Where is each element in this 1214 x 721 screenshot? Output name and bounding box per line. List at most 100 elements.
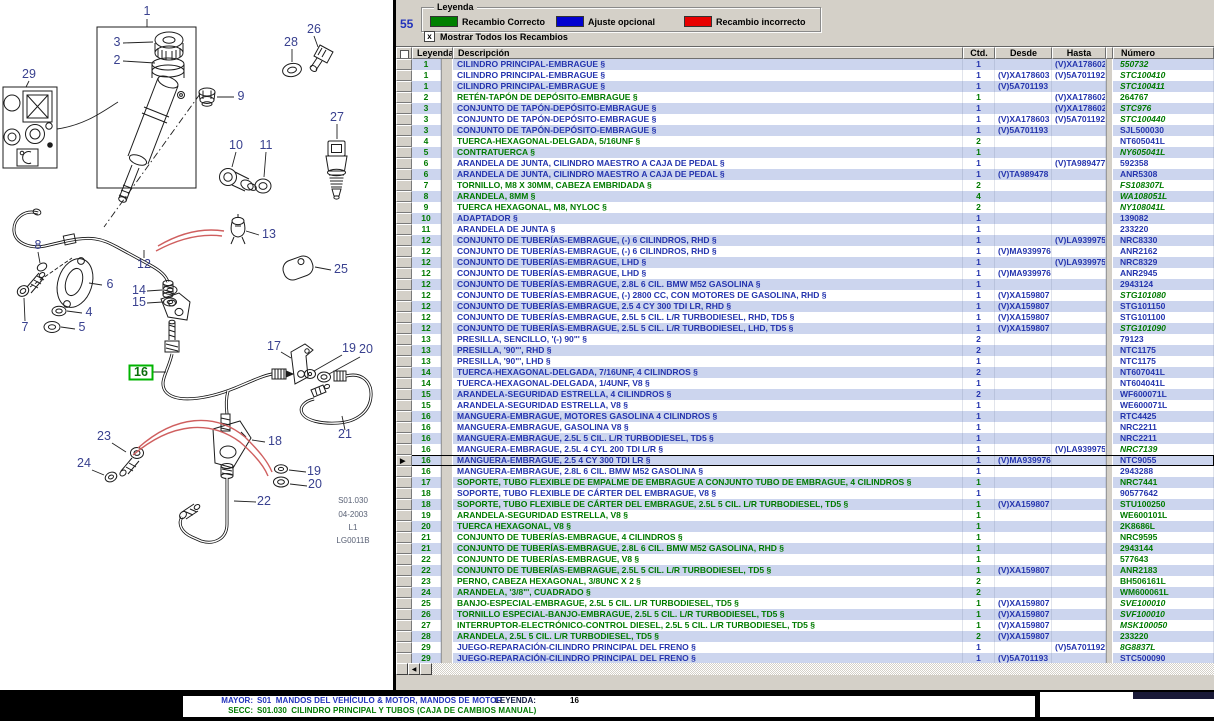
scrollbar-thumb[interactable] xyxy=(420,663,432,675)
row-gutter[interactable] xyxy=(396,609,412,620)
table-row[interactable]: 12CONJUNTO DE TUBERÍAS-EMBRAGUE, (-) 6 C… xyxy=(396,235,1214,246)
table-row[interactable]: 15ARANDELA-SEGURIDAD ESTRELLA, V8 §1WE60… xyxy=(396,400,1214,411)
table-row[interactable]: 21CONJUNTO DE TUBERÍAS-EMBRAGUE, 2.8L 6 … xyxy=(396,543,1214,554)
table-row[interactable]: 19ARANDELA-SEGURIDAD ESTRELLA, V8 §1WE60… xyxy=(396,510,1214,521)
diagram-callout-29[interactable]: 29 xyxy=(22,67,36,81)
row-gutter[interactable] xyxy=(396,158,412,169)
table-row[interactable]: 18SOPORTE, TUBO FLEXIBLE DE CÁRTER DEL E… xyxy=(396,488,1214,499)
row-gutter[interactable] xyxy=(396,114,412,125)
diagram-callout-18[interactable]: 18 xyxy=(268,434,282,448)
select-all-checkbox[interactable] xyxy=(400,50,409,59)
table-row[interactable]: 22CONJUNTO DE TUBERÍAS-EMBRAGUE, 2.5L 5 … xyxy=(396,565,1214,576)
row-gutter[interactable] xyxy=(396,422,412,433)
table-row[interactable]: 16MANGUERA-EMBRAGUE, GASOLINA V8 §1NRC22… xyxy=(396,422,1214,433)
row-gutter[interactable] xyxy=(396,169,412,180)
row-gutter[interactable] xyxy=(396,334,412,345)
row-gutter[interactable] xyxy=(396,532,412,543)
row-gutter[interactable] xyxy=(396,466,412,477)
row-gutter[interactable] xyxy=(396,642,412,653)
table-row[interactable]: 29JUEGO-REPARACIÓN-CILINDRO PRINCIPAL DE… xyxy=(396,642,1214,653)
table-row[interactable]: 24ARANDELA, '3/8"', CUADRADO §2WM600061L xyxy=(396,587,1214,598)
table-row[interactable]: 16MANGUERA-EMBRAGUE, 2.5L 4 CYL 200 TDI … xyxy=(396,444,1214,455)
header-gutter[interactable] xyxy=(396,47,412,59)
table-row[interactable]: 13PRESILLA, '90"', RHD §2NTC1175 xyxy=(396,345,1214,356)
table-row[interactable]: 9TUERCA HEXAGONAL, M8, NYLOC §2NY108041L xyxy=(396,202,1214,213)
diagram-callout-2[interactable]: 2 xyxy=(114,53,121,67)
table-row[interactable]: 3CONJUNTO DE TAPÓN-DEPÓSITO-EMBRAGUE §1(… xyxy=(396,125,1214,136)
row-gutter[interactable] xyxy=(396,147,412,158)
row-gutter[interactable] xyxy=(396,367,412,378)
table-row[interactable]: 14TUERCA-HEXAGONAL-DELGADA, 1/4UNF, V8 §… xyxy=(396,378,1214,389)
table-row[interactable]: 15ARANDELA-SEGURIDAD ESTRELLA, 4 CILINDR… xyxy=(396,389,1214,400)
table-row[interactable]: 1CILINDRO PRINCIPAL-EMBRAGUE §1(V)5A7011… xyxy=(396,81,1214,92)
table-row[interactable]: 18SOPORTE, TUBO FLEXIBLE DE CÁRTER DEL E… xyxy=(396,499,1214,510)
diagram-callout-22[interactable]: 22 xyxy=(257,494,271,508)
header-ctd[interactable]: Ctd. xyxy=(963,47,995,59)
row-gutter[interactable]: ▶ xyxy=(396,455,412,466)
table-row[interactable]: 2RETÉN-TAPÓN DE DEPÓSITO-EMBRAGUE §1(V)X… xyxy=(396,92,1214,103)
diagram-callout-6[interactable]: 6 xyxy=(107,277,114,291)
table-row[interactable]: 10ADAPTADOR §1139082 xyxy=(396,213,1214,224)
row-gutter[interactable] xyxy=(396,323,412,334)
show-all-checkbox[interactable]: x xyxy=(424,31,435,42)
diagram-callout-26[interactable]: 26 xyxy=(307,22,321,36)
row-gutter[interactable] xyxy=(396,213,412,224)
diagram-callout-16[interactable]: 16 xyxy=(134,365,148,379)
table-row[interactable]: 4TUERCA-HEXAGONAL-DELGADA, 5/16UNF §2NT6… xyxy=(396,136,1214,147)
table-row[interactable]: 20TUERCA HEXAGONAL, V8 §12K8686L xyxy=(396,521,1214,532)
table-row[interactable]: 6ARANDELA DE JUNTA, CILINDRO MAESTRO A C… xyxy=(396,169,1214,180)
row-gutter[interactable] xyxy=(396,191,412,202)
show-all-checkbox-label[interactable]: Mostrar Todos los Recambios xyxy=(440,32,568,42)
table-row[interactable]: 12CONJUNTO DE TUBERÍAS-EMBRAGUE, (-) 6 C… xyxy=(396,246,1214,257)
table-row[interactable]: 12CONJUNTO DE TUBERÍAS-EMBRAGUE, 2.5L 5 … xyxy=(396,323,1214,334)
table-row[interactable]: 25BANJO-ESPECIAL-EMBRAGUE, 2.5L 5 CIL. L… xyxy=(396,598,1214,609)
diagram-callout-1[interactable]: 1 xyxy=(144,4,151,18)
table-row[interactable]: 16MANGUERA-EMBRAGUE, 2.8L 6 CIL. BMW M52… xyxy=(396,466,1214,477)
table-row[interactable]: 28ARANDELA, 2.5L 5 CIL. L/R TURBODIESEL,… xyxy=(396,631,1214,642)
row-gutter[interactable] xyxy=(396,378,412,389)
row-gutter[interactable] xyxy=(396,510,412,521)
h-scrollbar[interactable]: ◀ xyxy=(396,663,1214,675)
row-gutter[interactable] xyxy=(396,246,412,257)
header-desde[interactable]: Desde xyxy=(995,47,1052,59)
row-gutter[interactable] xyxy=(396,180,412,191)
header-numero[interactable]: Número xyxy=(1113,47,1214,59)
row-gutter[interactable] xyxy=(396,543,412,554)
row-gutter[interactable] xyxy=(396,81,412,92)
table-row[interactable]: 12CONJUNTO DE TUBERÍAS-EMBRAGUE, LHD §1(… xyxy=(396,268,1214,279)
header-hasta[interactable]: Hasta xyxy=(1052,47,1106,59)
table-row[interactable]: 1CILINDRO PRINCIPAL-EMBRAGUE §1(V)XA1786… xyxy=(396,59,1214,70)
table-row[interactable]: 13PRESILLA, '90"', LHD §1NTC1175 xyxy=(396,356,1214,367)
row-gutter[interactable] xyxy=(396,301,412,312)
diagram-callout-10[interactable]: 10 xyxy=(229,138,243,152)
row-gutter[interactable] xyxy=(396,92,412,103)
diagram-callout-19[interactable]: 19 xyxy=(307,464,321,478)
table-row[interactable]: 12CONJUNTO DE TUBERÍAS-EMBRAGUE, (-) 280… xyxy=(396,290,1214,301)
row-gutter[interactable] xyxy=(396,565,412,576)
table-row[interactable]: 7TORNILLO, M8 X 30MM, CABEZA EMBRIDADA §… xyxy=(396,180,1214,191)
diagram-callout-24[interactable]: 24 xyxy=(77,456,91,470)
table-row[interactable]: 5CONTRATUERCA §1NY605041L xyxy=(396,147,1214,158)
diagram-callout-13[interactable]: 13 xyxy=(262,227,276,241)
table-row[interactable]: 16MANGUERA-EMBRAGUE, 2.5L 5 CIL. L/R TUR… xyxy=(396,433,1214,444)
row-gutter[interactable] xyxy=(396,268,412,279)
row-gutter[interactable] xyxy=(396,587,412,598)
table-row[interactable]: 3CONJUNTO DE TAPÓN-DEPÓSITO-EMBRAGUE §1(… xyxy=(396,114,1214,125)
diagram-callout-7[interactable]: 7 xyxy=(22,320,29,334)
row-gutter[interactable] xyxy=(396,521,412,532)
row-gutter[interactable] xyxy=(396,411,412,422)
diagram-callout-23[interactable]: 23 xyxy=(97,429,111,443)
table-row[interactable]: 6ARANDELA DE JUNTA, CILINDRO MAESTRO A C… xyxy=(396,158,1214,169)
row-gutter[interactable] xyxy=(396,125,412,136)
table-row[interactable]: 26TORNILLO ESPECIAL-BANJO-EMBRAGUE, 2.5L… xyxy=(396,609,1214,620)
row-gutter[interactable] xyxy=(396,576,412,587)
row-gutter[interactable] xyxy=(396,70,412,81)
row-gutter[interactable] xyxy=(396,224,412,235)
row-gutter[interactable] xyxy=(396,345,412,356)
table-row[interactable]: 12CONJUNTO DE TUBERÍAS-EMBRAGUE, 2.5 4 C… xyxy=(396,301,1214,312)
row-gutter[interactable] xyxy=(396,257,412,268)
diagram-callout-5[interactable]: 5 xyxy=(79,320,86,334)
row-gutter[interactable] xyxy=(396,400,412,411)
row-gutter[interactable] xyxy=(396,202,412,213)
row-gutter[interactable] xyxy=(396,477,412,488)
